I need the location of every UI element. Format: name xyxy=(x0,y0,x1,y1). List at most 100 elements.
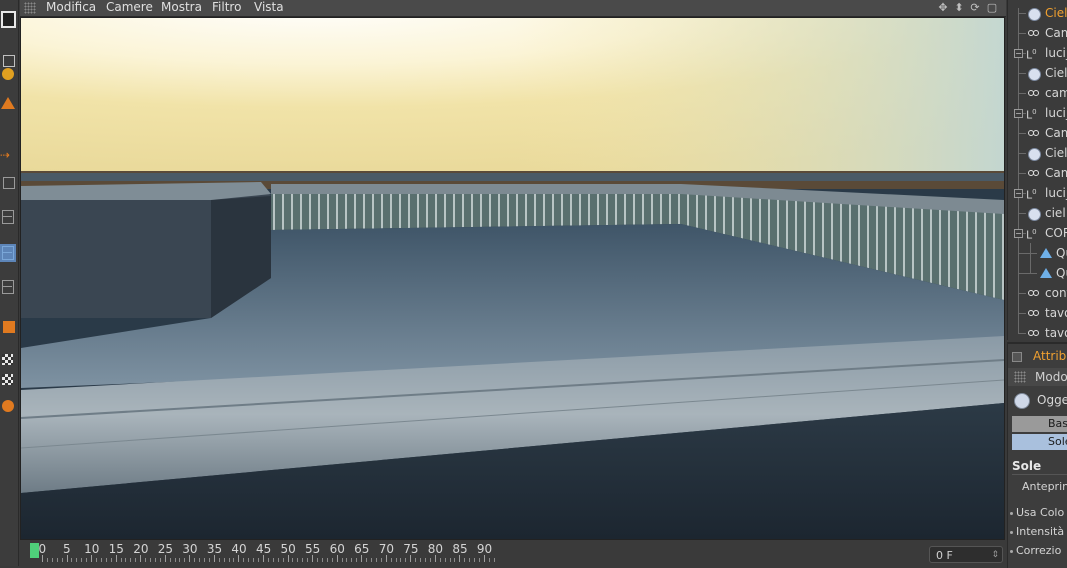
expand-toggle-icon[interactable]: − xyxy=(1014,189,1023,198)
timeline-tick xyxy=(46,558,48,562)
timeline-label: 60 xyxy=(329,542,345,556)
cone-tool-icon[interactable] xyxy=(0,96,16,114)
timeline-tick xyxy=(282,558,284,562)
menu-mostra[interactable]: Mostra xyxy=(161,0,202,16)
object-row[interactable]: cam xyxy=(1008,83,1067,103)
menu-vista[interactable]: Vista xyxy=(254,0,284,16)
object-row[interactable]: tavo xyxy=(1008,303,1067,323)
sky-icon xyxy=(1028,68,1041,81)
field-correzione[interactable]: Correzio xyxy=(1010,544,1061,557)
tab-base[interactable]: Base xyxy=(1012,416,1067,432)
object-row[interactable]: tavo xyxy=(1008,323,1067,340)
object-row[interactable]: −L0 luci_ xyxy=(1008,43,1067,63)
timeline-label: 65 xyxy=(354,542,370,556)
maximize-icon[interactable]: ▢ xyxy=(986,1,998,14)
timeline-tick xyxy=(366,558,368,562)
object-row[interactable]: Ciel xyxy=(1008,143,1067,163)
object-row[interactable]: −L0 luci_ xyxy=(1008,183,1067,203)
timeline-tick xyxy=(424,558,426,562)
timeline-tick xyxy=(199,558,201,562)
spinner-icon[interactable]: ⇕ xyxy=(991,547,999,564)
timeline-label: 50 xyxy=(280,542,296,556)
object-row[interactable]: Cam xyxy=(1008,23,1067,43)
timeline-tick xyxy=(258,558,260,562)
expand-toggle-icon[interactable]: − xyxy=(1014,49,1023,58)
object-row[interactable]: Qu xyxy=(1008,243,1067,263)
sky-icon xyxy=(1028,148,1041,161)
timeline-tick xyxy=(272,558,274,562)
field-intensita[interactable]: Intensità xyxy=(1010,525,1064,538)
menu-filtro[interactable]: Filtro xyxy=(212,0,241,16)
object-row[interactable]: −L0 COR xyxy=(1008,223,1067,243)
timeline-tick xyxy=(81,558,83,562)
menu-modifica[interactable]: Modifica xyxy=(46,0,96,16)
timeline-tick xyxy=(454,558,456,562)
timeline-tick xyxy=(380,558,382,562)
timeline-tick xyxy=(341,558,343,562)
panel-grip-icon[interactable] xyxy=(1014,371,1026,383)
3d-viewport[interactable] xyxy=(20,17,1005,540)
mode-menu[interactable]: Modo xyxy=(1035,368,1067,386)
object-row[interactable]: Ciel xyxy=(1008,3,1067,23)
timeline-tick xyxy=(434,555,436,562)
layout-selected-icon[interactable] xyxy=(0,244,16,262)
tab-sole[interactable]: Sole xyxy=(1012,434,1067,450)
timeline-tick xyxy=(223,558,225,562)
object-row[interactable]: cont xyxy=(1008,283,1067,303)
object-row[interactable]: ciel xyxy=(1008,203,1067,223)
field-anteprima[interactable]: Anteprin xyxy=(1022,480,1067,493)
primitive-icon[interactable] xyxy=(0,398,16,416)
timeline-tick xyxy=(110,558,112,562)
view-panel-icon[interactable] xyxy=(0,10,16,28)
timeline-tick xyxy=(400,558,402,562)
timeline-label: 30 xyxy=(182,542,198,556)
timeline-tick xyxy=(243,558,245,562)
checker-small-icon[interactable] xyxy=(0,372,16,390)
expand-toggle-icon[interactable]: − xyxy=(1014,229,1023,238)
object-header: Ogget xyxy=(1008,389,1067,411)
layer-icon[interactable] xyxy=(0,318,16,336)
timeline-tick xyxy=(346,558,348,562)
expand-toggle-icon[interactable]: − xyxy=(1014,109,1023,118)
move-handle-icon[interactable] xyxy=(0,174,16,192)
timeline-tick xyxy=(459,555,461,562)
layout-icon[interactable] xyxy=(0,208,16,226)
menu-camere[interactable]: Camere xyxy=(106,0,153,16)
field-usa-colore[interactable]: Usa Colo xyxy=(1010,506,1064,519)
object-label: ciel xyxy=(1045,206,1066,220)
timeline-tick xyxy=(100,558,102,562)
timeline-tick xyxy=(292,558,294,562)
panel-grip-icon[interactable] xyxy=(24,2,36,14)
null-icon: L0 xyxy=(1026,48,1037,62)
object-label: cont xyxy=(1045,286,1067,300)
timeline-tick xyxy=(115,555,117,562)
sky-icon xyxy=(1028,208,1041,221)
panel-toggle-icon[interactable] xyxy=(1012,352,1022,362)
timeline-tick xyxy=(395,558,397,562)
attributes-title: Attribu xyxy=(1033,349,1067,363)
checker-icon[interactable] xyxy=(0,352,16,370)
rotate-icon[interactable]: ⟳ xyxy=(969,1,981,14)
timeline-label: 15 xyxy=(108,542,124,556)
timeline-tick xyxy=(189,555,191,562)
timeline-label: 40 xyxy=(231,542,247,556)
layout-alt-icon[interactable] xyxy=(0,278,16,296)
object-row[interactable]: Ciel xyxy=(1008,63,1067,83)
arrow-icon[interactable]: ⇢ xyxy=(0,146,16,164)
object-label: luci_ xyxy=(1045,46,1067,60)
object-row[interactable]: −L0 luci_ xyxy=(1008,103,1067,123)
timeline[interactable]: 0 5 10 15 20 25 30 35 40 45 50 55 60 65 70 75 80 85 90 xyxy=(20,540,1006,566)
attributes-mode-bar[interactable]: Modo xyxy=(1008,368,1067,386)
timeline-tick xyxy=(51,558,53,562)
object-label: Cam xyxy=(1045,126,1067,140)
current-frame-field[interactable]: 0 F ⇕ xyxy=(929,546,1003,563)
timeline-tick xyxy=(370,558,372,562)
camera-icon xyxy=(1028,90,1039,96)
sphere-grid-icon[interactable] xyxy=(0,66,16,84)
dolly-icon[interactable]: ⬍ xyxy=(953,1,965,14)
move-icon[interactable]: ✥ xyxy=(937,1,949,14)
timeline-tick xyxy=(150,558,152,562)
object-row[interactable]: Cam xyxy=(1008,163,1067,183)
object-row[interactable]: Qu xyxy=(1008,263,1067,283)
object-row[interactable]: Cam xyxy=(1008,123,1067,143)
